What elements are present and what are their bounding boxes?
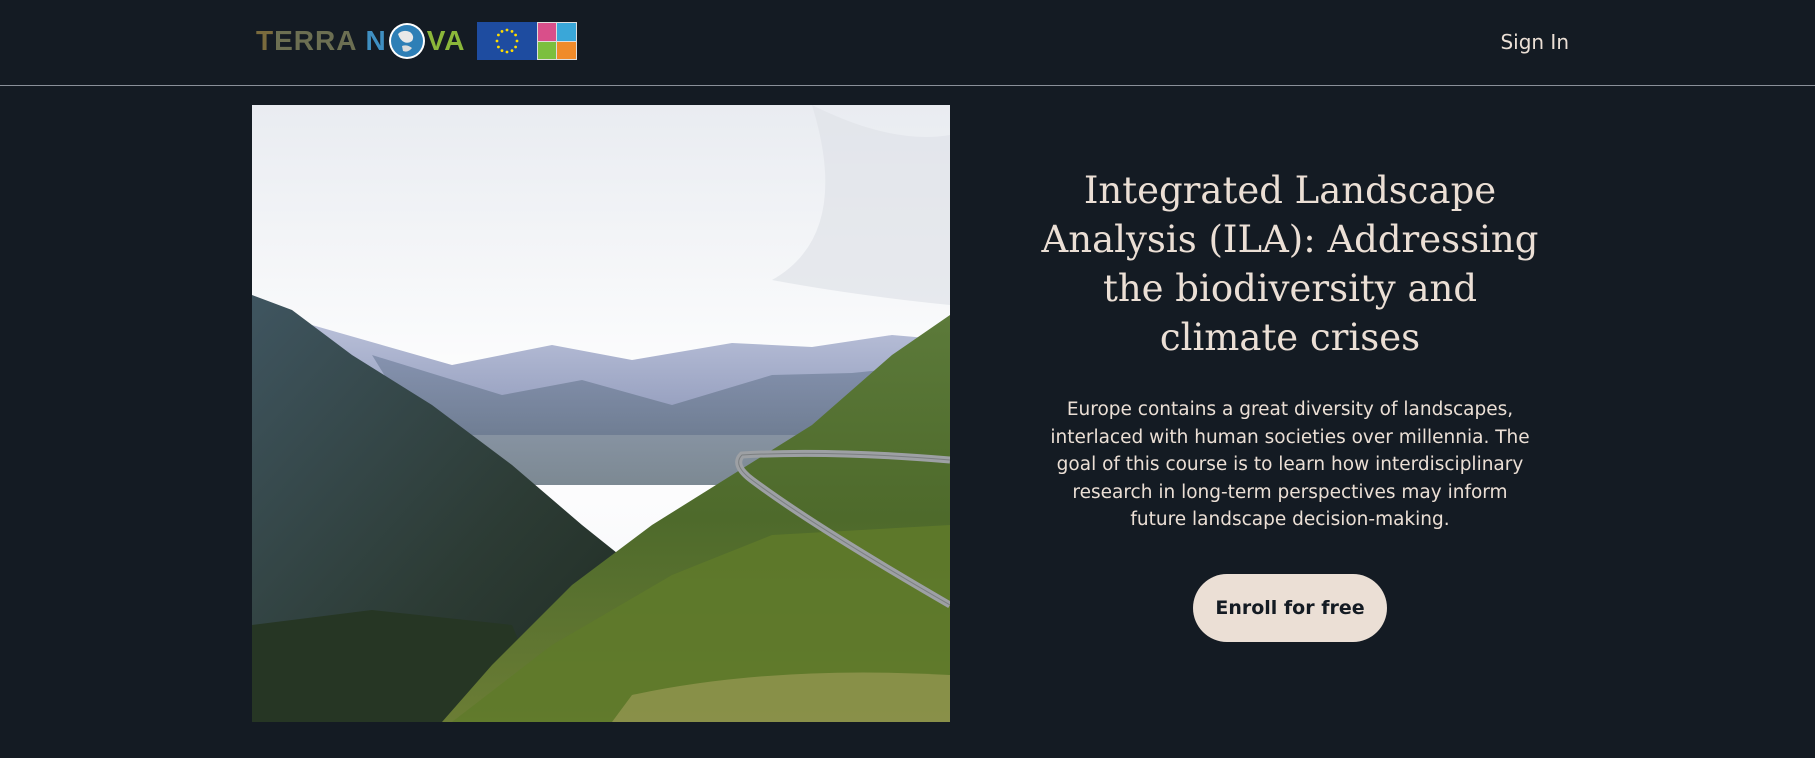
- sign-in-link[interactable]: Sign In: [1500, 30, 1569, 54]
- site-header: T ERRA N VA Sign In: [0, 0, 1815, 86]
- eu-flag-icon: [476, 22, 537, 60]
- terra-nova-logo[interactable]: T ERRA N VA: [256, 21, 577, 61]
- hero-content: Integrated Landscape Analysis (ILA): Add…: [1030, 166, 1550, 642]
- enroll-button[interactable]: Enroll for free: [1193, 573, 1387, 642]
- course-title: Integrated Landscape Analysis (ILA): Add…: [1041, 169, 1539, 359]
- partner-logo-icon: [536, 22, 577, 60]
- hero-mountain-road-image: [252, 105, 950, 722]
- logo-wordmark: T ERRA N VA: [256, 22, 466, 60]
- logo-letter-t: T: [256, 25, 275, 56]
- course-description: Europe contains a great diversity of lan…: [1050, 399, 1530, 530]
- globe-icon: [388, 23, 425, 59]
- logo-letters-erra: ERRA: [274, 25, 358, 56]
- logo-letter-n: N: [365, 25, 387, 56]
- logo-letters-va: VA: [426, 25, 466, 56]
